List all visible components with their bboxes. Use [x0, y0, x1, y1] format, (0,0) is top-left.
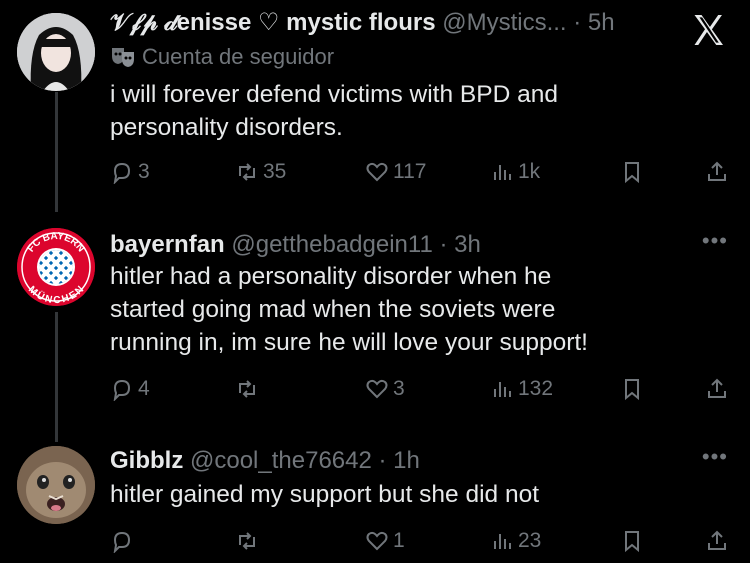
timestamp[interactable]: · 3h [439, 231, 480, 258]
like-count: 1 [393, 529, 405, 552]
masks-icon [112, 48, 134, 67]
thread-line [55, 92, 58, 212]
tweet-3[interactable]: Gibblz @cool_the76642 · 1h ••• hitler ga… [0, 438, 750, 554]
tweet-text: hitler had a personality disorder when h… [110, 260, 588, 359]
action-bar: 4 3 132 [110, 377, 730, 411]
text-line: hitler gained my support but she did not [110, 481, 540, 508]
repost-icon [239, 380, 255, 398]
bookmark-button[interactable] [620, 160, 648, 184]
action-bar: 3 35 117 1k [110, 160, 730, 194]
repost-count: 35 [263, 160, 287, 183]
handle[interactable]: @Mystics... [442, 9, 566, 36]
heart-icon [366, 379, 388, 399]
reply-icon [113, 379, 131, 401]
more-options-icon[interactable]: ••• [702, 444, 728, 470]
repost-button[interactable] [235, 377, 263, 401]
text-line: personality disorders. [110, 114, 343, 141]
avatar[interactable] [17, 13, 95, 91]
views-button[interactable]: 1k [490, 160, 540, 184]
cat-photo-icon [17, 446, 95, 524]
handle[interactable]: @cool_the76642 [190, 447, 372, 474]
profile-photo-icon [17, 13, 95, 91]
share-button[interactable] [705, 377, 733, 401]
bayern-logo-icon: FC BAYERN MÜNCHEN [17, 228, 95, 306]
repost-icon [239, 163, 255, 181]
handle[interactable]: @getthebadgein11 [231, 231, 432, 258]
share-icon [708, 161, 726, 181]
view-count: 23 [518, 529, 542, 552]
bookmark-icon [625, 162, 639, 184]
bookmark-button[interactable] [620, 529, 648, 553]
more-options-icon[interactable]: ••• [702, 228, 728, 254]
like-count: 117 [393, 160, 427, 183]
badge-label: Cuenta de seguidor [142, 44, 335, 69]
display-name[interactable]: Gibblz [110, 447, 183, 474]
text-line: i will forever defend victims with BPD a… [110, 81, 558, 108]
reply-button[interactable]: 3 [110, 160, 150, 184]
display-name[interactable]: 𝒱𝒻𝓅 𝒹enisse ♡ mystic flours [110, 9, 436, 36]
like-button[interactable]: 117 [365, 160, 426, 184]
share-icon [708, 530, 726, 550]
tweet-2[interactable]: FC BAYERN MÜNCHEN bayernfan @getthebadge… [0, 220, 750, 442]
views-icon [494, 382, 511, 397]
share-button[interactable] [705, 160, 733, 184]
reply-count: 3 [138, 160, 150, 183]
action-bar: 1 23 [110, 529, 730, 563]
repost-icon [239, 532, 255, 550]
share-icon [708, 378, 726, 398]
bookmark-button[interactable] [620, 377, 648, 401]
bookmark-icon [625, 379, 639, 401]
timestamp[interactable]: · 5h [573, 9, 614, 36]
views-button[interactable]: 132 [490, 377, 553, 401]
avatar[interactable] [17, 446, 95, 524]
repost-button[interactable]: 35 [235, 160, 286, 184]
like-button[interactable]: 1 [365, 529, 405, 553]
views-icon [494, 534, 511, 549]
timestamp[interactable]: · 1h [379, 447, 420, 474]
thread-line [55, 312, 58, 442]
text-line: running in, im sure he will love your su… [110, 329, 588, 356]
repost-button[interactable] [235, 529, 263, 553]
tweet-header: Gibblz @cool_the76642 · 1h [110, 446, 690, 476]
like-count: 3 [393, 377, 405, 400]
tweet-text: i will forever defend victims with BPD a… [110, 78, 558, 144]
follower-badge: Cuenta de seguidor [110, 43, 334, 71]
heart-icon [366, 162, 388, 182]
view-count: 132 [518, 377, 554, 400]
tweet-header: bayernfan @getthebadgein11 · 3h [110, 230, 690, 260]
text-line: hitler had a personality disorder when h… [110, 263, 552, 290]
avatar[interactable]: FC BAYERN MÜNCHEN [17, 228, 95, 306]
share-button[interactable] [705, 529, 733, 553]
views-button[interactable]: 23 [490, 529, 541, 553]
display-name[interactable]: bayernfan [110, 231, 225, 258]
view-count: 1k [518, 160, 541, 183]
reply-count: 4 [138, 377, 150, 400]
tweet-text: hitler gained my support but she did not [110, 478, 539, 511]
heart-icon [366, 531, 388, 551]
reply-icon [113, 162, 131, 184]
bookmark-icon [625, 531, 639, 553]
reply-button[interactable]: 4 [110, 377, 150, 401]
text-line: started going mad when the soviets were [110, 296, 556, 323]
views-icon [494, 165, 511, 180]
reply-button[interactable] [110, 529, 138, 553]
like-button[interactable]: 3 [365, 377, 405, 401]
tweet-header: 𝒱𝒻𝓅 𝒹enisse ♡ mystic flours @Mystics... … [110, 8, 690, 38]
tweet-1[interactable]: 𝒱𝒻𝓅 𝒹enisse ♡ mystic flours @Mystics... … [0, 0, 750, 212]
reply-icon [113, 531, 131, 553]
